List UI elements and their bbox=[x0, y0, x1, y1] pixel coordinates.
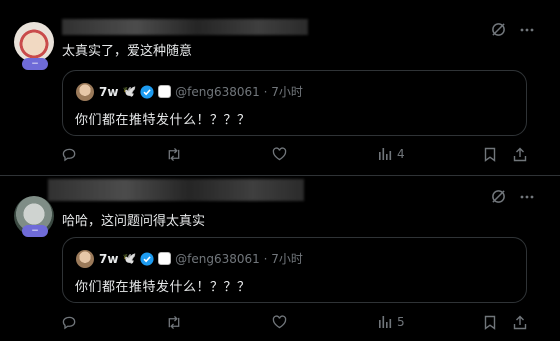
reply-button[interactable] bbox=[62, 147, 77, 162]
quoted-user-name[interactable]: 7w bbox=[99, 85, 118, 99]
like-button[interactable] bbox=[272, 147, 287, 161]
share-button[interactable] bbox=[513, 315, 527, 330]
quoted-user-avatar[interactable] bbox=[76, 83, 94, 101]
avatar-badge: − bbox=[22, 225, 48, 237]
post-top-icons bbox=[491, 189, 534, 204]
more-options-icon[interactable] bbox=[520, 28, 534, 32]
quoted-post-text: 你们都在推特发什么！？？？ bbox=[75, 113, 251, 128]
reply-icon bbox=[62, 316, 76, 330]
bookmark-icon bbox=[484, 147, 496, 162]
repost-button[interactable] bbox=[165, 315, 183, 330]
quoted-user-handle[interactable]: @feng638061 · 7小时 bbox=[175, 83, 303, 100]
like-button[interactable] bbox=[272, 315, 287, 329]
dove-emoji-icon: 🕊️ bbox=[122, 252, 137, 265]
post-actions: 5 bbox=[62, 315, 537, 333]
repost-button[interactable] bbox=[165, 147, 183, 162]
quoted-post-header: 7w 🕊️ @feng638061 · 7小时 bbox=[99, 250, 303, 267]
more-options-icon[interactable] bbox=[520, 195, 534, 199]
quoted-post-text: 你们都在推特发什么！？？？ bbox=[75, 280, 251, 295]
repost-icon bbox=[168, 315, 180, 330]
share-icon bbox=[513, 147, 527, 162]
affiliate-badge-icon bbox=[158, 85, 172, 98]
reply-post[interactable]: − 哈哈，这问题问得太真实 7w 🕊️ @feng638061 · 7小时 你们… bbox=[0, 176, 560, 341]
quoted-user-avatar[interactable] bbox=[76, 250, 94, 268]
dove-emoji-icon: 🕊️ bbox=[122, 85, 137, 98]
reply-post[interactable]: − 太真实了，爱这种随意 7w 🕊️ @feng638061 · 7小时 你们都… bbox=[0, 0, 560, 176]
views-button[interactable]: 5 bbox=[378, 315, 405, 329]
affiliate-badge-icon bbox=[158, 252, 172, 265]
verified-badge-icon bbox=[140, 251, 154, 266]
blurred-username bbox=[62, 19, 308, 35]
reply-button[interactable] bbox=[62, 315, 77, 330]
quoted-post[interactable]: 7w 🕊️ @feng638061 · 7小时 你们都在推特发什么！？？？ bbox=[62, 237, 527, 303]
views-count: 4 bbox=[397, 147, 405, 161]
quoted-post[interactable]: 7w 🕊️ @feng638061 · 7小时 你们都在推特发什么！？？？ bbox=[62, 70, 527, 136]
quoted-user-name[interactable]: 7w bbox=[99, 252, 118, 266]
quoted-user-handle[interactable]: @feng638061 · 7小时 bbox=[175, 250, 303, 267]
views-chart-icon bbox=[379, 316, 392, 328]
post-actions: 4 bbox=[62, 147, 537, 165]
views-button[interactable]: 4 bbox=[378, 147, 405, 161]
grok-icon[interactable] bbox=[491, 22, 506, 37]
blurred-username bbox=[48, 179, 304, 201]
quoted-post-header: 7w 🕊️ @feng638061 · 7小时 bbox=[99, 83, 303, 100]
post-top-icons bbox=[491, 22, 534, 37]
bookmark-button[interactable] bbox=[484, 315, 496, 330]
share-icon bbox=[513, 315, 527, 330]
views-chart-icon bbox=[379, 148, 392, 160]
bookmark-button[interactable] bbox=[484, 147, 496, 162]
post-text: 太真实了，爱这种随意 bbox=[62, 44, 193, 59]
user-avatar[interactable] bbox=[14, 22, 54, 62]
reply-icon bbox=[62, 148, 76, 162]
grok-icon[interactable] bbox=[491, 189, 506, 204]
verified-badge-icon bbox=[140, 84, 154, 99]
views-count: 5 bbox=[397, 315, 405, 329]
post-text: 哈哈，这问题问得太真实 bbox=[62, 214, 206, 229]
heart-icon bbox=[272, 147, 287, 161]
heart-icon bbox=[272, 315, 287, 329]
avatar-badge: − bbox=[22, 58, 48, 70]
share-button[interactable] bbox=[513, 147, 527, 162]
repost-icon bbox=[168, 147, 180, 162]
bookmark-icon bbox=[484, 315, 496, 330]
